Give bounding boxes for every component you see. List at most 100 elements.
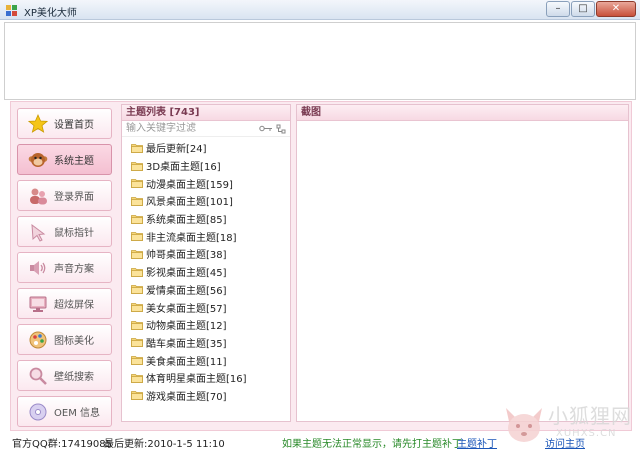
filter-row: [122, 121, 290, 137]
app-icon: [6, 5, 17, 16]
theme-patch-link[interactable]: 主题补丁: [457, 435, 497, 450]
maximize-button[interactable]: □: [571, 1, 595, 17]
sidebar-item-label: 壁纸搜索: [54, 372, 94, 383]
sidebar-item-label: 鼠标指针: [54, 228, 94, 239]
cd-icon: [29, 403, 47, 420]
folder-icon: [131, 373, 143, 383]
sidebar-item-icon-beautify[interactable]: 图标美化: [17, 324, 112, 355]
folder-icon: [131, 285, 143, 295]
tree-item[interactable]: 动漫桌面主题[159]: [122, 174, 290, 192]
tree-item-label: 美食桌面主题[11]: [146, 356, 227, 368]
tree-item-label: 酷车桌面主题[35]: [146, 338, 227, 350]
patch-note-text: 如果主题无法正常显示，请先打主题补丁: [282, 439, 462, 450]
sidebar-item-oem-info[interactable]: OEM 信息: [17, 396, 112, 427]
window-title: XP美化大师: [24, 8, 77, 19]
tree-item[interactable]: 动物桌面主题[12]: [122, 316, 290, 334]
folder-icon: [131, 161, 143, 171]
folder-icon: [131, 338, 143, 348]
folder-icon: [131, 391, 143, 401]
key-icon[interactable]: [259, 124, 273, 133]
cursor-icon: [31, 223, 46, 242]
tree-item-label: 非主流桌面主题[18]: [146, 232, 237, 244]
watermark-text: 小狐狸网: [548, 404, 632, 428]
tree-item-label: 帅哥桌面主题[38]: [146, 250, 227, 262]
sidebar-item-mouse-pointer[interactable]: 鼠标指针: [17, 216, 112, 247]
minimize-icon: –: [555, 3, 561, 14]
theme-list-header: 主题列表 [743]: [122, 105, 290, 121]
tree-item[interactable]: 非主流桌面主题[18]: [122, 227, 290, 245]
sidebar-item-wallpaper-search[interactable]: 壁纸搜索: [17, 360, 112, 391]
tree-item[interactable]: 游戏桌面主题[70]: [122, 387, 290, 405]
theme-category-list: 最后更新[24] 3D桌面主题[16] 动漫桌面主题[159] 风景桌面主题[101]…: [122, 137, 290, 404]
tree-item-label: 爱情桌面主题[56]: [146, 285, 227, 297]
last-updated-text: 最后更新:2010-1-5 11:10: [104, 439, 225, 450]
sidebar-item-home[interactable]: 设置首页: [17, 108, 112, 139]
sidebar-item-label: 登录界面: [54, 192, 94, 203]
tree-item-label: 3D桌面主题[16]: [146, 162, 221, 174]
tree-item-label: 影视桌面主题[45]: [146, 268, 227, 280]
folder-icon: [131, 214, 143, 224]
sidebar-item-sound-scheme[interactable]: 声音方案: [17, 252, 112, 283]
tree-options-icon[interactable]: [276, 124, 286, 134]
tree-item-label: 体育明星桌面主题[16]: [146, 374, 247, 386]
close-button[interactable]: ✕: [596, 1, 636, 17]
tree-item[interactable]: 美女桌面主题[57]: [122, 298, 290, 316]
qq-group-text: 官方QQ群:17419085: [12, 439, 113, 450]
tree-item-label: 最后更新[24]: [146, 144, 207, 156]
tree-item[interactable]: 最后更新[24]: [122, 139, 290, 157]
banner-area: [4, 22, 636, 100]
magnifier-icon: [29, 367, 47, 385]
speaker-icon: [30, 260, 46, 275]
tree-item[interactable]: 风景桌面主题[101]: [122, 192, 290, 210]
tree-item[interactable]: 爱情桌面主题[56]: [122, 281, 290, 299]
sidebar-item-label: 超炫屏保: [54, 300, 94, 311]
folder-icon: [131, 267, 143, 277]
watermark: 小狐狸网 XUHXS.CN: [500, 398, 640, 452]
theme-list-panel: 主题列表 [743] 最后更新[24] 3D桌面主题[16] 动漫桌面主题[159]…: [121, 104, 291, 422]
palette-icon: [29, 331, 47, 348]
sidebar-item-login-screen[interactable]: 登录界面: [17, 180, 112, 211]
star-icon: [28, 113, 48, 133]
tree-item-label: 动物桌面主题[12]: [146, 321, 227, 333]
sidebar-item-label: 图标美化: [54, 336, 94, 347]
tree-item-label: 游戏桌面主题[70]: [146, 391, 227, 403]
sidebar-item-screensaver[interactable]: 超炫屏保: [17, 288, 112, 319]
title-bar: XP美化大师 – □ ✕: [0, 0, 640, 20]
sidebar-item-label: 设置首页: [54, 120, 94, 131]
tree-item-label: 系统桌面主题[85]: [146, 215, 227, 227]
folder-icon: [131, 303, 143, 312]
watermark-subtext: XUHXS.CN: [556, 428, 617, 439]
sidebar-item-label: 系统主题: [54, 156, 94, 167]
folder-icon: [131, 232, 143, 242]
tree-item[interactable]: 系统桌面主题[85]: [122, 210, 290, 228]
users-icon: [30, 188, 47, 204]
folder-icon: [131, 143, 143, 153]
tree-item[interactable]: 体育明星桌面主题[16]: [122, 369, 290, 387]
tree-item[interactable]: 酷车桌面主题[35]: [122, 334, 290, 352]
tree-item[interactable]: 影视桌面主题[45]: [122, 263, 290, 281]
folder-icon: [131, 179, 143, 189]
folder-icon: [131, 197, 143, 206]
filter-input[interactable]: [126, 122, 246, 135]
tree-item[interactable]: 帅哥桌面主题[38]: [122, 245, 290, 263]
folder-icon: [131, 320, 143, 330]
screenshot-header: 截图: [297, 105, 628, 121]
tree-item[interactable]: 3D桌面主题[16]: [122, 157, 290, 175]
screenshot-panel: 截图: [296, 104, 629, 422]
maximize-icon: □: [578, 3, 588, 14]
folder-icon: [131, 356, 143, 365]
tree-item-label: 动漫桌面主题[159]: [146, 179, 233, 191]
tree-item[interactable]: 美食桌面主题[11]: [122, 351, 290, 369]
tree-item-label: 美女桌面主题[57]: [146, 303, 227, 315]
folder-icon: [131, 250, 143, 259]
sidebar-item-system-theme[interactable]: 系统主题: [17, 144, 112, 175]
monitor-icon: [29, 296, 47, 312]
minimize-button[interactable]: –: [546, 1, 570, 17]
monkey-icon: [28, 152, 48, 167]
main-frame: 设置首页 系统主题 登录界面 鼠标指针 声音方案 超炫屏保 图标美化 壁纸搜索 …: [10, 101, 632, 431]
tree-item-label: 风景桌面主题[101]: [146, 197, 233, 209]
close-icon: ✕: [611, 3, 621, 14]
sidebar-item-label: OEM 信息: [54, 408, 100, 419]
sidebar-item-label: 声音方案: [54, 264, 94, 275]
fox-logo-icon: [506, 408, 542, 442]
